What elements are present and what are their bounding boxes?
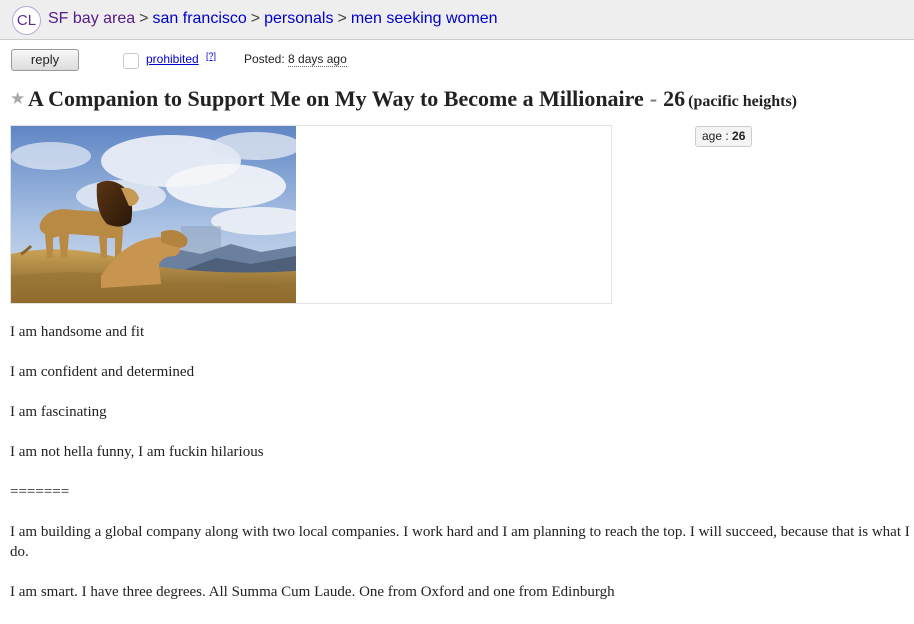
posting-title-text: A Companion to Support Me on My Way to B… (28, 86, 644, 111)
posted-date: Posted: 8 days ago (244, 52, 347, 67)
reply-button[interactable]: reply (11, 49, 79, 71)
posting-location: (pacific heights) (688, 93, 797, 110)
posting-title: ★ A Companion to Support Me on My Way to … (10, 86, 797, 112)
image-gallery (10, 125, 612, 304)
breadcrumb: SF bay area > san francisco > personals > men … (48, 10, 498, 28)
age-attribute-label: age : (702, 129, 729, 143)
breadcrumb-bar: CL SF bay area > san francisco > personals > m… (0, 0, 914, 40)
craigslist-logo-icon[interactable]: CL (12, 6, 41, 35)
lion-photo[interactable] (11, 126, 296, 303)
flag-help-link[interactable]: [?] (206, 51, 216, 61)
breadcrumb-san-francisco[interactable]: san francisco (153, 10, 247, 27)
prohibited-flag-link[interactable]: prohibited (146, 52, 199, 66)
breadcrumb-separator: > (139, 10, 149, 27)
posted-label: Posted: (244, 52, 285, 66)
breadcrumb-separator: > (337, 10, 347, 27)
breadcrumb-sf-bay-area[interactable]: SF bay area (48, 10, 135, 27)
posting-body: I am handsome and fit I am confident and… (10, 322, 914, 622)
body-paragraph: I am smart. I have three degrees. All Su… (10, 584, 615, 600)
breadcrumb-men-seeking-women[interactable]: men seeking women (351, 10, 498, 27)
breadcrumb-separator: > (250, 10, 261, 27)
posted-value: 8 days ago (288, 52, 347, 67)
breadcrumb-personals[interactable]: personals (264, 10, 333, 27)
posting-age: 26 (663, 86, 686, 111)
flag-checkbox[interactable] (123, 53, 139, 69)
title-separator: - (649, 86, 658, 111)
body-paragraph: I am confident and determined (10, 364, 195, 380)
age-attribute: age : 26 (695, 126, 753, 147)
body-paragraph: I am fascinating (10, 404, 107, 420)
age-attribute-value: 26 (732, 129, 746, 143)
body-paragraph: I am not hella funny, I am fuckin hilari… (10, 444, 264, 460)
body-paragraph: I am building a global company along wit… (10, 524, 910, 560)
body-divider: ======= (10, 484, 70, 500)
star-icon[interactable]: ★ (10, 89, 28, 109)
body-paragraph: I am handsome and fit (10, 324, 145, 340)
